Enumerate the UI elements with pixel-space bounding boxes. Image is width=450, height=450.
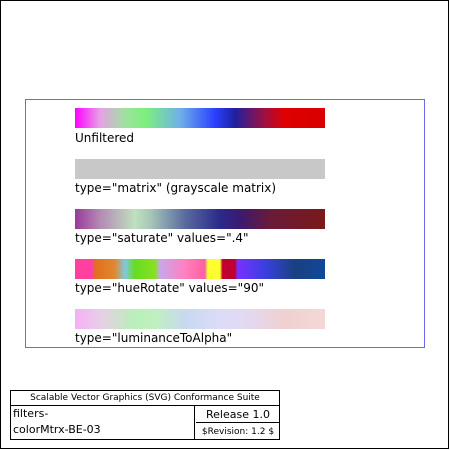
swatch-unfiltered xyxy=(75,108,325,128)
label-matrix-grayscale: type="matrix" (grayscale matrix) xyxy=(75,181,277,195)
legend-revision: $Revision: 1.2 $ xyxy=(201,427,275,437)
legend-test-name: filters- colorMtrx-BE-03 xyxy=(11,406,195,440)
legend-test-name-line2: colorMtrx-BE-03 xyxy=(13,423,101,436)
swatch-saturate xyxy=(75,209,325,229)
swatch-huerotate xyxy=(75,259,325,279)
legend-test-name-line1: filters- xyxy=(13,407,49,420)
swatch-luminance-to-alpha xyxy=(75,309,325,329)
swatch-matrix-grayscale xyxy=(75,159,325,179)
legend-title: Scalable Vector Graphics (SVG) Conforman… xyxy=(11,391,279,406)
label-unfiltered: Unfiltered xyxy=(75,131,135,145)
label-luminance-to-alpha: type="luminanceToAlpha" xyxy=(75,331,233,345)
conformance-legend: Scalable Vector Graphics (SVG) Conforman… xyxy=(10,390,280,440)
label-saturate: type="saturate" values=".4" xyxy=(75,231,249,245)
label-huerotate: type="hueRotate" values="90" xyxy=(75,281,264,295)
legend-release: Release 1.0 xyxy=(196,406,280,423)
